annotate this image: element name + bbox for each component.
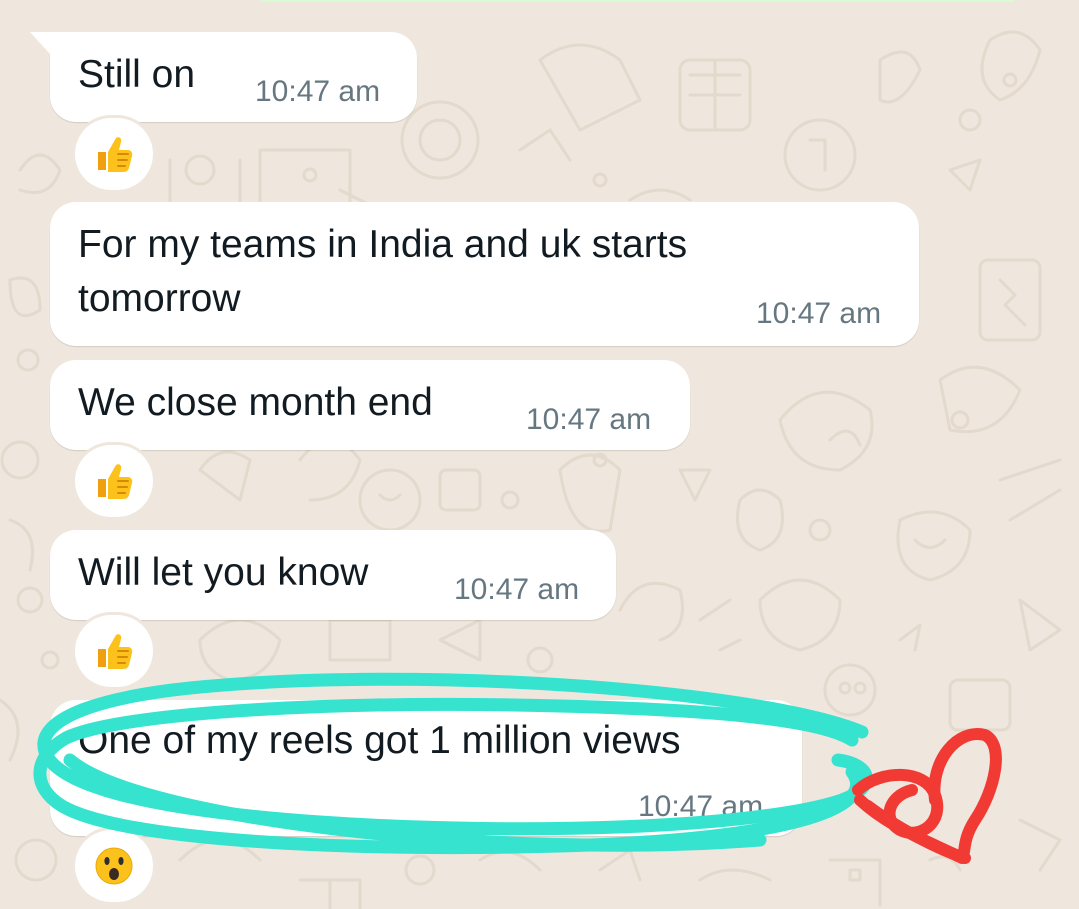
reaction-badge[interactable] [75, 118, 153, 190]
message-bubble[interactable]: Will let you know 10:47 am [50, 530, 616, 620]
message-timestamp: 10:47 am [526, 403, 652, 436]
message-bubble[interactable]: One of my reels got 1 million views 10:4… [50, 700, 802, 836]
thumbs-up-icon [98, 137, 133, 172]
message-text: Still on [78, 53, 196, 96]
message-text: We close month end [78, 381, 433, 424]
message-timestamp: 10:47 am [454, 573, 580, 606]
reaction-badge[interactable] [75, 830, 153, 902]
message-text: One of my reels got 1 million views [78, 719, 681, 762]
reaction-badge[interactable] [75, 615, 153, 687]
thumbs-up-icon [98, 464, 133, 499]
message-timestamp: 10:47 am [638, 790, 764, 823]
message-timestamp: 10:47 am [255, 75, 381, 108]
message-text-line-1: For my teams in India and uk starts [78, 223, 688, 266]
message-text: Will let you know [78, 551, 369, 594]
message-timestamp: 10:47 am [756, 297, 882, 330]
previous-message-edge [258, 0, 1018, 2]
message-bubble[interactable]: Still on 10:47 am [30, 32, 417, 122]
message-bubble[interactable]: We close month end 10:47 am [50, 360, 690, 450]
message-text-line-2: tomorrow [78, 277, 241, 320]
reaction-badge[interactable] [75, 445, 153, 517]
message-bubble[interactable]: For my teams in India and uk starts tomo… [50, 202, 919, 346]
surprised-face-icon [95, 847, 133, 885]
thumbs-up-icon [98, 634, 133, 669]
bubble-tail [30, 32, 50, 54]
